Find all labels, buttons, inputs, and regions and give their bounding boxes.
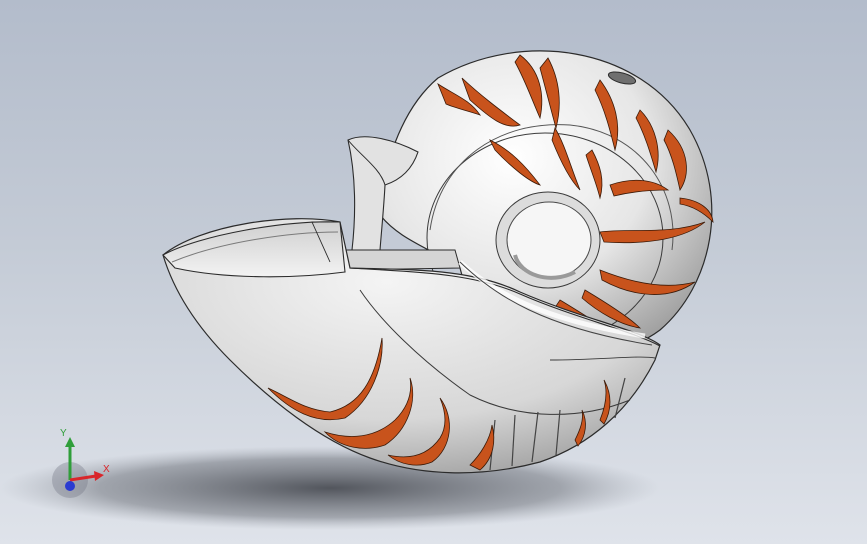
x-axis-label: X xyxy=(103,464,110,475)
z-axis-dot xyxy=(65,481,75,491)
graphics-viewport[interactable]: Y X xyxy=(0,0,867,544)
nautilus-shell-model[interactable]: Y X xyxy=(0,0,867,544)
ground-shadow xyxy=(0,446,660,530)
y-axis-label: Y xyxy=(60,428,67,439)
